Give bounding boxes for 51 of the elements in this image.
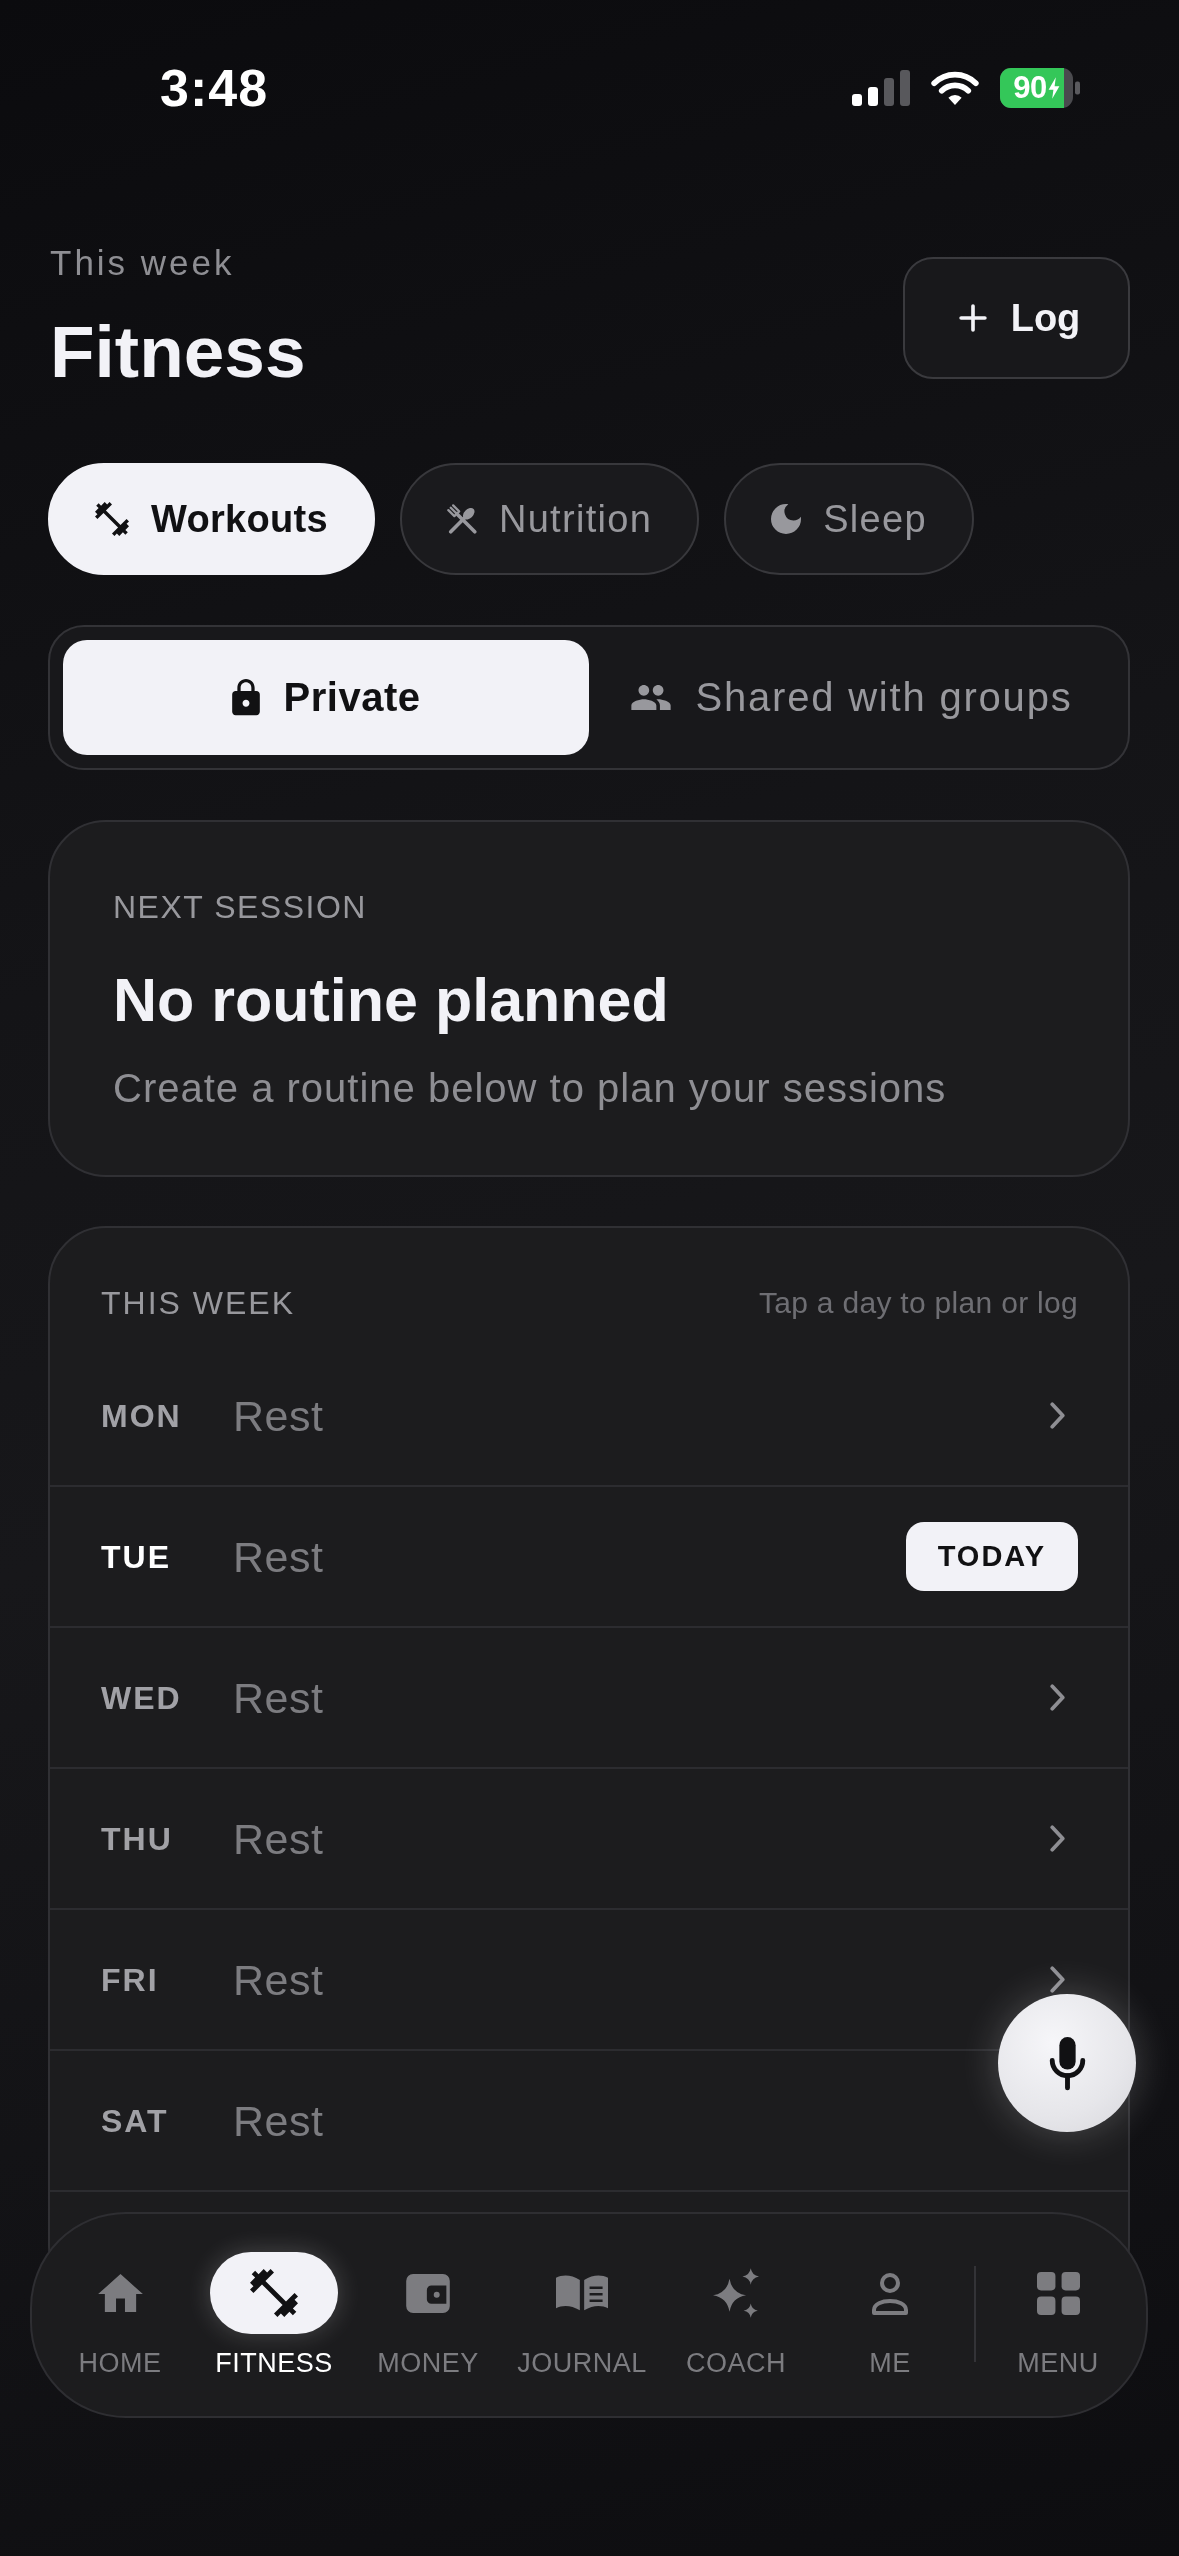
category-tab[interactable]: Workouts [48, 463, 375, 575]
page-title: Fitness [50, 310, 306, 394]
wifi-icon [930, 70, 980, 106]
nav-tab[interactable]: HOME [43, 2252, 197, 2379]
plan-text: Rest [233, 2095, 324, 2146]
day-label: WED [101, 1678, 183, 1717]
day-label: THU [101, 1819, 174, 1858]
section-label: THIS WEEK [101, 1284, 295, 1322]
wallet-icon [406, 2273, 450, 2313]
plan-text: Rest [233, 1813, 324, 1864]
card-label: NEXT SESSION [113, 888, 367, 926]
bolt-icon [1047, 77, 1060, 99]
battery-percentage: 90 [1013, 71, 1047, 105]
moon-icon [771, 504, 802, 534]
nav-tab[interactable]: ME [813, 2252, 967, 2379]
log-button[interactable]: Log [903, 257, 1130, 379]
day-label: TUE [101, 1537, 172, 1576]
visibility-option[interactable]: Private [63, 640, 589, 755]
day-label: MON [101, 1396, 183, 1435]
nav-tab[interactable]: COACH [659, 2252, 813, 2379]
hint-text: Tap a day to plan or log [758, 1285, 1078, 1321]
visibility-option[interactable]: Shared with groups [589, 640, 1115, 755]
fork-and-spoon-icon [446, 504, 477, 534]
people-icon [631, 685, 672, 710]
header-caption: This week [50, 242, 235, 284]
plan-text: Rest [233, 1672, 324, 1723]
day-label: FRI [101, 1960, 160, 1999]
card-title: No routine planned [113, 965, 669, 1036]
plan-text: Rest [233, 1390, 324, 1441]
plus-icon [958, 304, 987, 332]
category-tab[interactable]: Sleep [724, 463, 974, 575]
nav-tab[interactable]: MONEY [351, 2252, 505, 2379]
dumbbell-icon [95, 502, 129, 536]
open-book-icon [556, 2275, 608, 2311]
lock-icon [231, 678, 260, 717]
home-icon [97, 2274, 143, 2312]
signal-icon [852, 70, 910, 106]
card-description: Create a routine below to plan your sessions [113, 1065, 947, 1111]
menu-button[interactable]: MENU [981, 2252, 1135, 2379]
person-icon [871, 2271, 909, 2315]
today-badge: TODAY [905, 1522, 1078, 1591]
grid-icon [1036, 2271, 1080, 2315]
status-time: 3:48 [160, 58, 269, 118]
nav-tab[interactable]: FITNESS [197, 2252, 351, 2379]
nav-tab[interactable]: JOURNAL [505, 2252, 659, 2379]
plan-text: Rest [233, 1531, 324, 1582]
sparkles-icon [713, 2268, 759, 2318]
category-tab[interactable]: Nutrition [399, 463, 700, 575]
microphone-icon [1048, 2034, 1086, 2092]
day-label: SAT [101, 2101, 170, 2140]
plan-text: Rest [233, 1954, 324, 2005]
